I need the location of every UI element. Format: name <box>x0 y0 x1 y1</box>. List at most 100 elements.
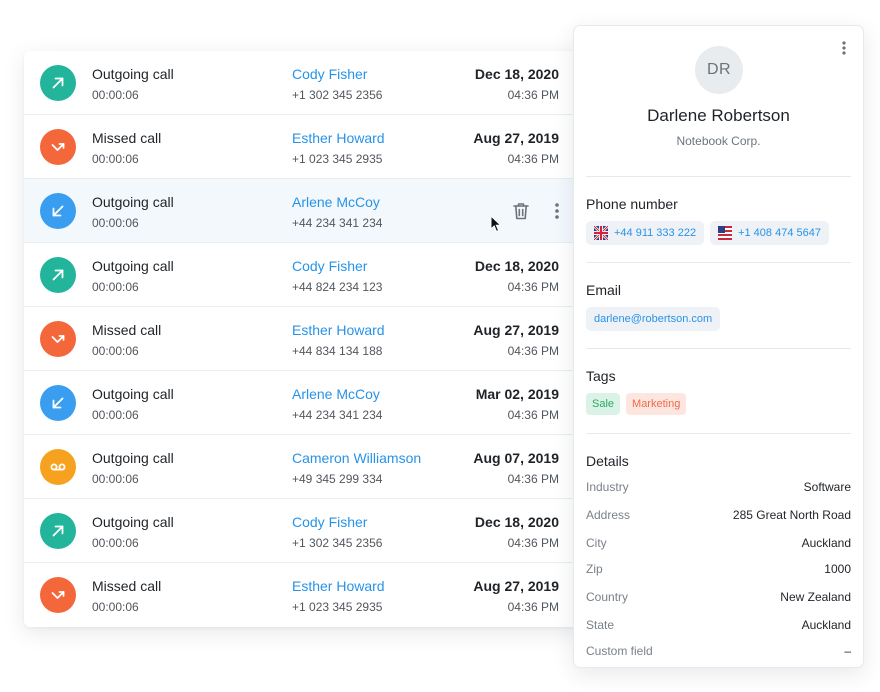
missed-call-icon <box>40 129 76 165</box>
voicemail-icon <box>40 449 76 485</box>
detail-label: Zip <box>586 562 603 576</box>
call-duration: 00:00:06 <box>92 536 139 550</box>
phone-chips: +44 911 333 222 +1 408 474 5647 <box>586 221 829 245</box>
contact-name-link[interactable]: Esther Howard <box>292 578 385 594</box>
phone-chip[interactable]: +44 911 333 222 <box>586 221 705 245</box>
detail-row-state: State Auckland <box>586 617 851 633</box>
divider <box>586 262 851 263</box>
detail-label: City <box>586 536 607 550</box>
contact-phone: +44 824 234 123 <box>292 280 383 294</box>
avatar: DR <box>695 46 743 94</box>
contact-phone: +1 302 345 2356 <box>292 536 383 550</box>
call-row[interactable]: Missed call 00:00:06 Esther Howard +1 02… <box>24 115 584 179</box>
contact-phone: +44 234 341 234 <box>292 216 383 230</box>
call-duration: 00:00:06 <box>92 600 139 614</box>
call-type: Outgoing call <box>92 386 174 402</box>
contact-name-link[interactable]: Esther Howard <box>292 130 385 146</box>
contact-name-link[interactable]: Cody Fisher <box>292 514 367 530</box>
outgoing-arrow-icon <box>40 65 76 101</box>
call-date: Dec 18, 2020 <box>474 66 559 82</box>
contact-name: Darlene Robertson <box>647 106 790 125</box>
call-type: Missed call <box>92 130 162 146</box>
call-type: Missed call <box>92 322 162 338</box>
detail-value: Auckland <box>801 618 851 632</box>
contact-name-link[interactable]: Cody Fisher <box>292 258 367 274</box>
call-row[interactable]: Outgoing call 00:00:06 Cameron Williamso… <box>24 435 584 499</box>
divider <box>586 433 851 434</box>
detail-value: Auckland <box>801 536 851 550</box>
call-row[interactable]: Outgoing call 00:00:06 Cody Fisher +1 30… <box>24 51 584 115</box>
email-chip[interactable]: darlene@robertson.com <box>586 307 721 331</box>
call-date: Mar 02, 2019 <box>475 386 559 402</box>
detail-row-custom-field: Custom field – <box>586 643 851 659</box>
missed-call-icon <box>40 577 76 613</box>
detail-value: 285 Great North Road <box>732 508 851 522</box>
divider <box>586 176 851 177</box>
call-date: Dec 18, 2020 <box>474 258 559 274</box>
call-duration: 00:00:06 <box>92 344 139 358</box>
us-flag-icon <box>718 226 733 240</box>
more-vertical-icon[interactable] <box>837 38 851 58</box>
phone-number: +44 911 333 222 <box>614 227 697 239</box>
call-time: 04:36 PM <box>507 472 559 486</box>
incoming-arrow-icon <box>40 193 76 229</box>
call-row[interactable]: Missed call 00:00:06 Esther Howard +44 8… <box>24 307 584 371</box>
contact-name-link[interactable]: Cody Fisher <box>292 66 367 82</box>
contact-details-panel: DR Darlene Robertson Notebook Corp. Phon… <box>573 25 864 668</box>
call-date: Aug 27, 2019 <box>473 130 559 146</box>
detail-row-address: Address 285 Great North Road <box>586 507 851 523</box>
call-row[interactable]: Outgoing call 00:00:06 Arlene McCoy +44 … <box>24 371 584 435</box>
contact-name-link[interactable]: Arlene McCoy <box>292 386 380 402</box>
detail-label: Custom field <box>586 644 653 658</box>
contact-company: Notebook Corp. <box>676 134 761 148</box>
email-chips: darlene@robertson.com <box>586 307 721 331</box>
call-date: Aug 27, 2019 <box>473 322 559 338</box>
tag-list: Sale Marketing <box>586 393 687 415</box>
detail-value: 1000 <box>824 562 851 576</box>
call-time: 04:36 PM <box>507 408 559 422</box>
detail-row-zip: Zip 1000 <box>586 561 851 577</box>
call-duration: 00:00:06 <box>92 216 139 230</box>
contact-phone: +49 345 299 334 <box>292 472 383 486</box>
contact-name-link[interactable]: Arlene McCoy <box>292 194 380 210</box>
call-row[interactable]: Outgoing call 00:00:06 Cody Fisher +44 8… <box>24 243 584 307</box>
detail-label: Address <box>586 508 631 522</box>
tag-marketing[interactable]: Marketing <box>626 393 687 415</box>
contact-name-link[interactable]: Esther Howard <box>292 322 385 338</box>
outgoing-arrow-icon <box>40 257 76 293</box>
call-time: 04:36 PM <box>507 88 559 102</box>
call-row[interactable]: Missed call 00:00:06 Esther Howard +1 02… <box>24 563 584 627</box>
call-type: Outgoing call <box>92 258 174 274</box>
call-duration: 00:00:06 <box>92 280 139 294</box>
call-date: Aug 07, 2019 <box>473 450 559 466</box>
call-row[interactable]: Outgoing call 00:00:06 Cody Fisher +1 30… <box>24 499 584 563</box>
phone-chip[interactable]: +1 408 474 5647 <box>710 221 829 245</box>
incoming-arrow-icon <box>40 385 76 421</box>
uk-flag-icon <box>594 226 608 240</box>
detail-value: Software <box>803 480 851 494</box>
more-vertical-icon[interactable] <box>546 199 568 223</box>
contact-phone: +44 234 341 234 <box>292 408 383 422</box>
contact-name-link[interactable]: Cameron Williamson <box>292 450 421 466</box>
call-time: 04:36 PM <box>507 600 559 614</box>
call-time: 04:36 PM <box>507 344 559 358</box>
tags-section-title: Tags <box>586 368 616 384</box>
trash-icon[interactable] <box>510 199 532 223</box>
contact-phone: +1 023 345 2935 <box>292 152 383 166</box>
detail-label: State <box>586 618 615 632</box>
call-date: Dec 18, 2020 <box>474 514 559 530</box>
tag-sale[interactable]: Sale <box>586 393 621 415</box>
divider <box>586 348 851 349</box>
call-type: Outgoing call <box>92 450 174 466</box>
email-section-title: Email <box>586 282 622 298</box>
call-time: 04:36 PM <box>507 536 559 550</box>
detail-row-city: City Auckland <box>586 535 851 551</box>
detail-row-country: Country New Zealand <box>586 589 851 605</box>
call-duration: 00:00:06 <box>92 152 139 166</box>
detail-value: – <box>844 644 851 658</box>
phone-section-title: Phone number <box>586 196 678 212</box>
call-row-hovered[interactable]: Outgoing call 00:00:06 Arlene McCoy +44 … <box>24 179 584 243</box>
mouse-pointer-icon <box>490 215 502 233</box>
call-duration: 00:00:06 <box>92 408 139 422</box>
call-type: Outgoing call <box>92 514 174 530</box>
